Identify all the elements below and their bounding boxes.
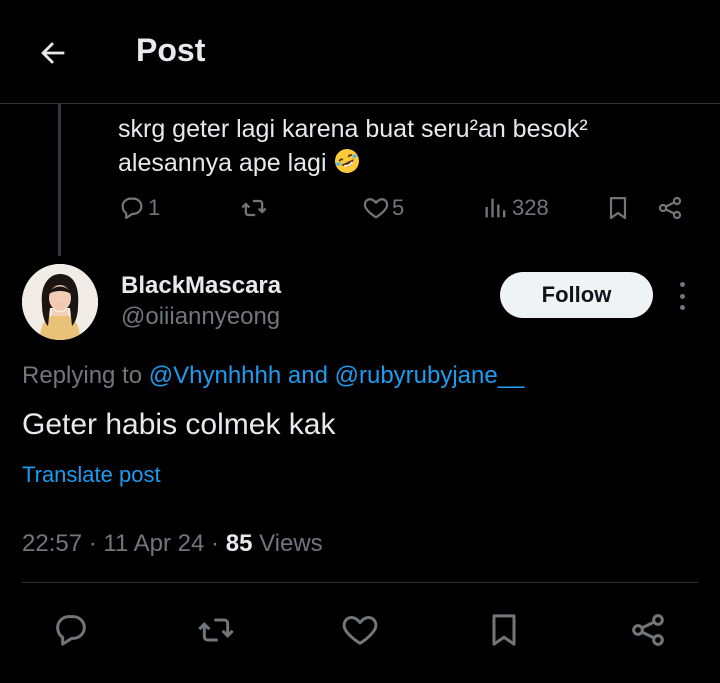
- repost-icon: [241, 199, 267, 217]
- previous-post-line-1: skrg geter lagi karena buat seru²an beso…: [118, 115, 588, 143]
- previous-post-text: skrg geter lagi karena buat seru²an beso…: [118, 112, 678, 184]
- divider: [22, 582, 698, 583]
- translate-post-link[interactable]: Translate post: [22, 462, 161, 488]
- reply-bubble-icon: [56, 615, 86, 646]
- views-count: 85: [225, 530, 253, 557]
- back-button[interactable]: [34, 34, 72, 72]
- post-metadata: 22:57 · 11 Apr 24 · 85 Views: [22, 530, 323, 558]
- previous-like-count: 5: [392, 195, 405, 220]
- heart-icon: [363, 198, 389, 219]
- share-icon: [632, 614, 664, 646]
- reply-button[interactable]: [46, 605, 96, 655]
- post-action-bar: [0, 605, 720, 655]
- arrow-left-icon: [41, 42, 65, 64]
- reply-bubble-icon: [121, 197, 143, 220]
- previous-views-button[interactable]: 328: [482, 194, 549, 222]
- previous-repost-button[interactable]: [240, 194, 268, 222]
- replying-to-line: Replying to @Vhynhhhh and @rubyrubyjane_…: [22, 362, 524, 390]
- replying-to-label: Replying to: [22, 362, 143, 389]
- previous-views-count: 328: [512, 195, 549, 220]
- more-options-button[interactable]: [670, 282, 694, 310]
- post-text: Geter habis colmek kak: [22, 408, 336, 441]
- heart-icon: [342, 616, 378, 645]
- display-name[interactable]: BlackMascara: [121, 272, 281, 300]
- follow-button[interactable]: Follow: [500, 272, 653, 318]
- top-bar: Post: [0, 0, 720, 104]
- bar-chart-icon: [485, 198, 506, 218]
- rolling-on-floor-laughing-emoji: [333, 147, 361, 184]
- share-icon: [658, 196, 682, 220]
- mention-link-rubyrubyjane[interactable]: @rubyrubyjane__: [335, 362, 525, 389]
- bookmark-icon: [609, 196, 627, 220]
- repost-icon: [198, 618, 234, 642]
- post-time[interactable]: 22:57: [22, 530, 82, 557]
- like-button[interactable]: [335, 605, 385, 655]
- previous-like-button[interactable]: 5: [362, 194, 404, 222]
- repost-button[interactable]: [191, 605, 241, 655]
- previous-post-line-2: alesannya ape lagi: [118, 146, 678, 184]
- post-date[interactable]: 11 Apr 24: [103, 530, 204, 557]
- previous-post-actions: 1 5 328: [118, 194, 688, 226]
- views-label: Views: [259, 530, 323, 557]
- bookmark-button[interactable]: [479, 605, 529, 655]
- previous-reply-count: 1: [148, 195, 161, 220]
- mention-link-vhynhhhh[interactable]: @Vhynhhhh: [149, 362, 281, 389]
- previous-reply-button[interactable]: 1: [118, 194, 160, 222]
- meta-separator: ·: [211, 530, 220, 557]
- user-handle[interactable]: @oiiiannyeong: [121, 303, 280, 331]
- previous-share-button[interactable]: [656, 194, 684, 222]
- thread-connector-line: [58, 104, 61, 256]
- share-button[interactable]: [623, 605, 673, 655]
- page-title: Post: [136, 32, 206, 68]
- replying-and-text: and: [287, 362, 328, 389]
- meta-separator: ·: [88, 530, 97, 557]
- previous-bookmark-button[interactable]: [604, 194, 632, 222]
- more-vertical-icon: [679, 282, 685, 287]
- previous-post-line-2-text: alesannya ape lagi: [118, 149, 327, 177]
- avatar[interactable]: [22, 264, 98, 340]
- bookmark-icon: [492, 614, 516, 646]
